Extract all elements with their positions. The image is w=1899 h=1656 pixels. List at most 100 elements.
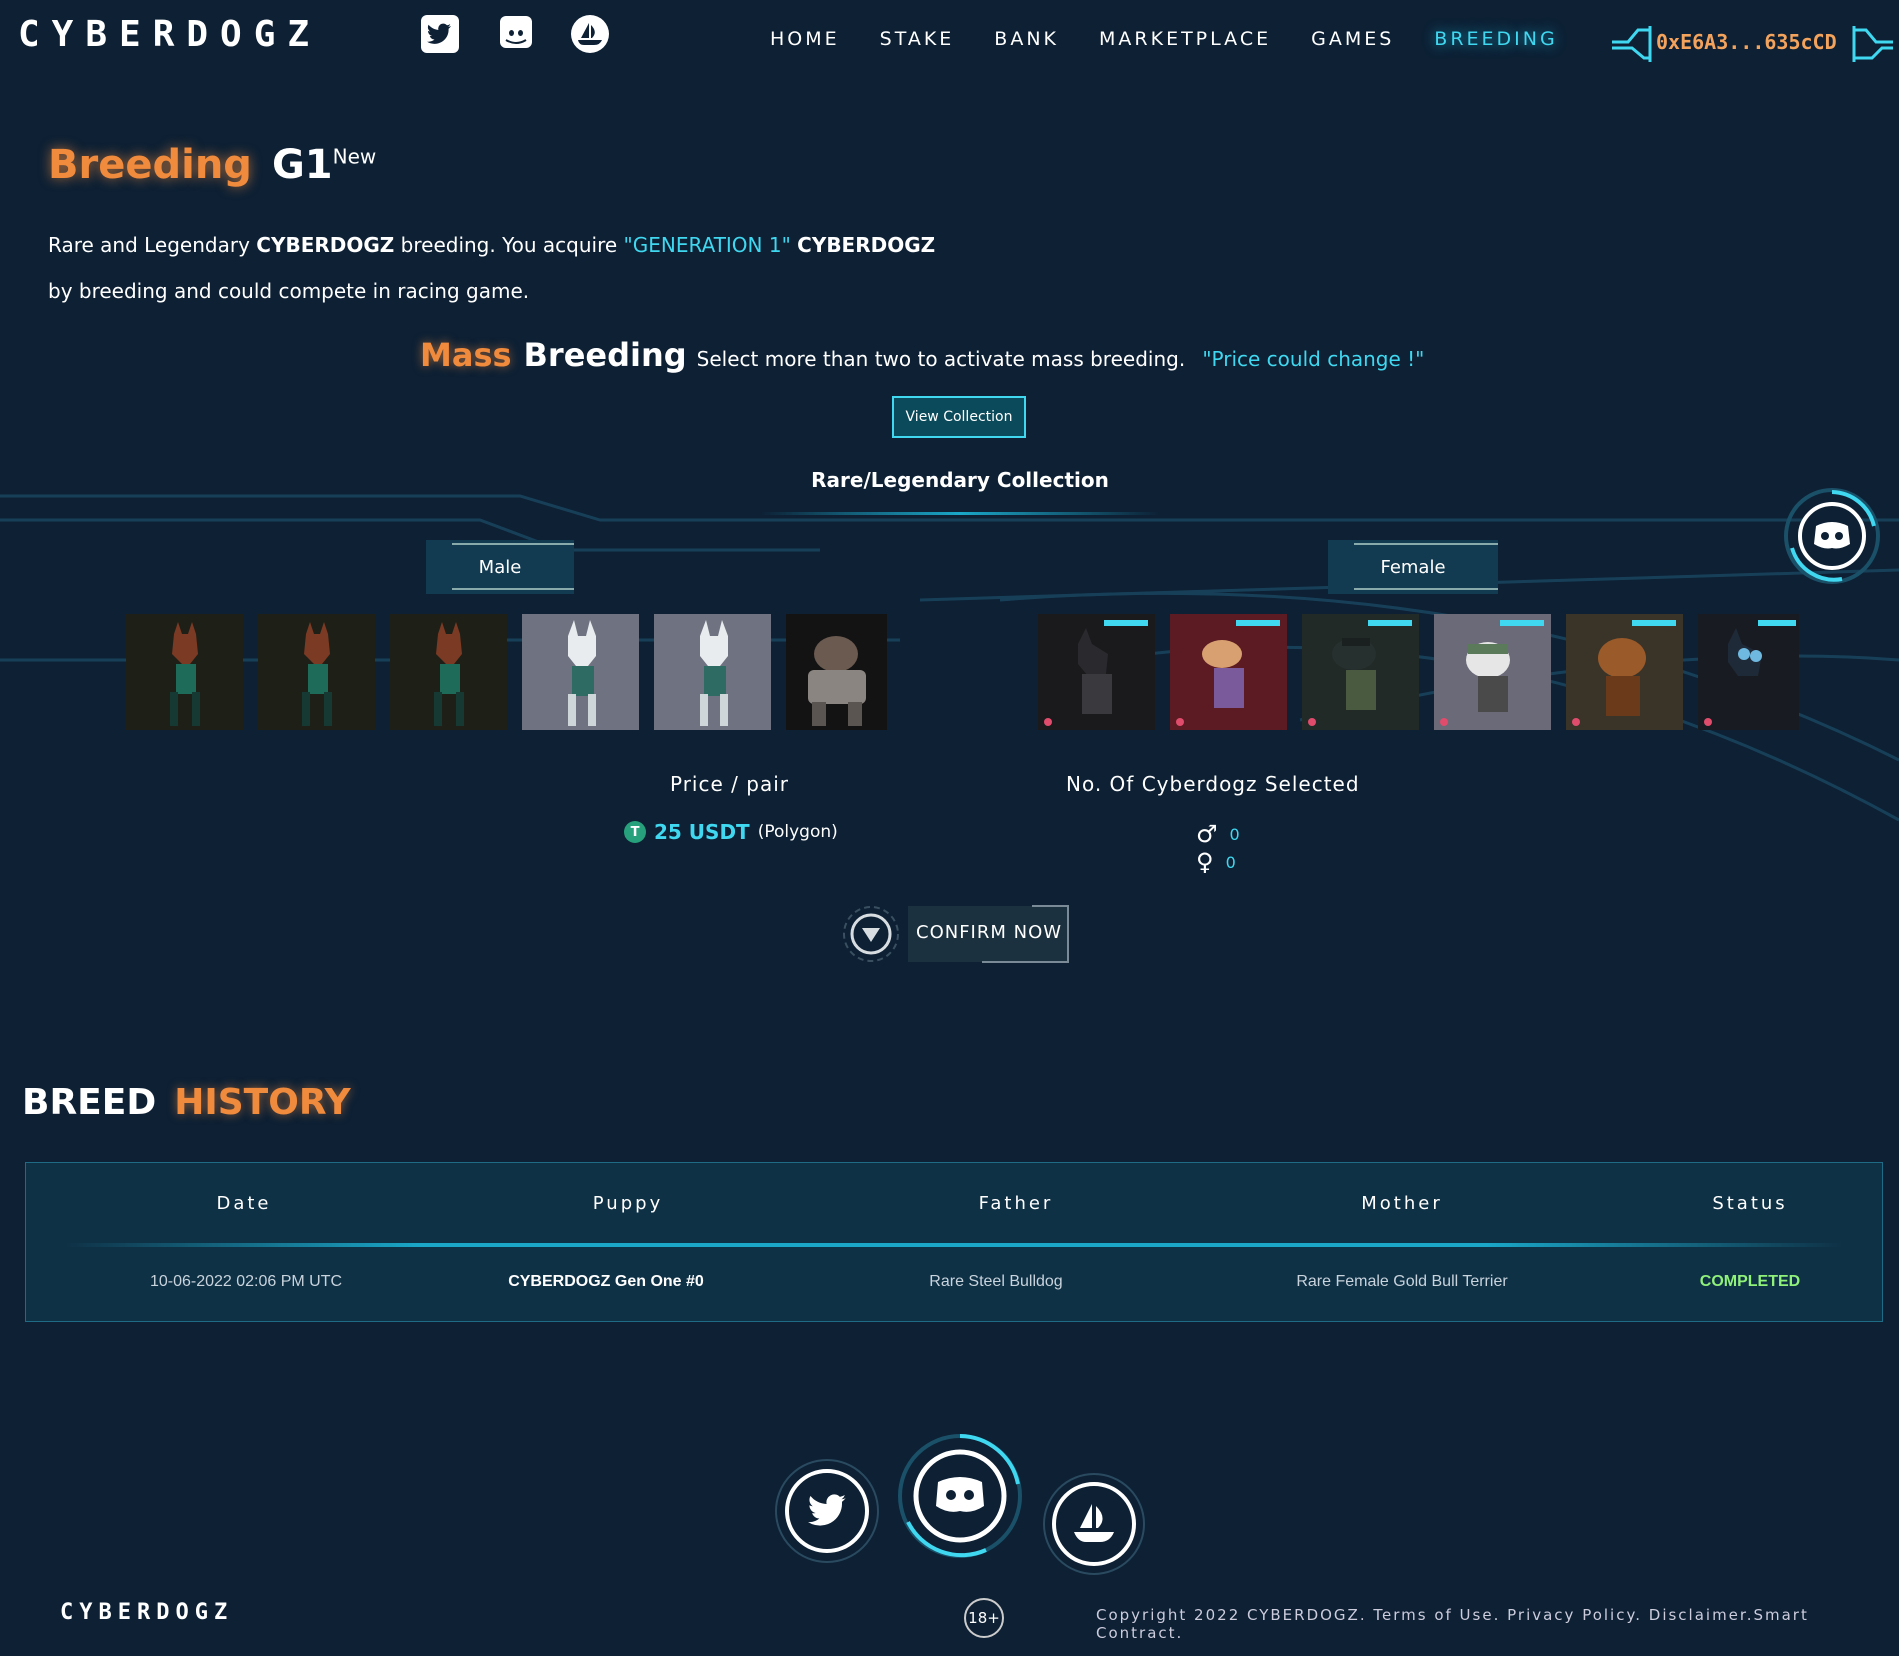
- terms-link[interactable]: Terms of Use.: [1373, 1606, 1500, 1624]
- nav-home[interactable]: HOME: [770, 28, 840, 50]
- nav-breeding[interactable]: BREEDING: [1434, 28, 1557, 50]
- female-doberman-image: [1038, 614, 1155, 730]
- footer-copyright: Copyright 2022 CYBERDOGZ. Terms of Use. …: [1096, 1606, 1899, 1642]
- male-selected-count: ♂ 0: [1196, 820, 1240, 848]
- price-note: "Price could change !": [1202, 347, 1425, 371]
- opensea-icon[interactable]: [570, 14, 610, 54]
- female-symbol-icon: ♀: [1196, 848, 1214, 876]
- footer-logo[interactable]: CYBERDOGZ: [60, 1600, 233, 1625]
- selected-count-label: No. Of Cyberdogz Selected: [1066, 772, 1360, 796]
- male-dog-card[interactable]: [126, 614, 243, 730]
- nav-games[interactable]: GAMES: [1311, 28, 1394, 50]
- male-dog-card[interactable]: [390, 614, 507, 730]
- desc-generation: "GENERATION 1": [623, 233, 791, 257]
- male-dog-card[interactable]: [522, 614, 639, 730]
- male-dog-list: [126, 614, 902, 730]
- twitter-icon: [775, 1459, 879, 1563]
- price-label: Price / pair: [670, 772, 789, 796]
- female-mastiff-image: [1566, 614, 1683, 730]
- mass-breeding-heading: Mass Breeding Select more than two to acti…: [420, 336, 1424, 374]
- male-dog-card[interactable]: [258, 614, 375, 730]
- desc-text-3: by breeding and could compete in racing …: [48, 279, 530, 303]
- female-dog-card[interactable]: [1434, 614, 1551, 730]
- twitter-icon[interactable]: [420, 14, 460, 54]
- price-network: (Polygon): [757, 822, 838, 842]
- new-badge: New: [332, 144, 377, 169]
- copyright-text: Copyright 2022 CYBERDOGZ.: [1096, 1606, 1367, 1624]
- female-bull-terrier-image: [1170, 614, 1287, 730]
- row-date: 10-06-2022 02:06 PM UTC: [149, 1273, 343, 1290]
- discord-icon: [898, 1434, 1022, 1558]
- bulldog-image: [786, 614, 887, 730]
- white-dog-image: [522, 614, 639, 730]
- female-tab[interactable]: Female: [1328, 540, 1498, 594]
- female-dog-card[interactable]: [1170, 614, 1287, 730]
- breed-history-table: Date Puppy Father Mother Status 10-06-20…: [25, 1162, 1883, 1322]
- female-dog-cap-image: [1302, 614, 1419, 730]
- female-selected-count: ♀ 0: [1196, 848, 1236, 876]
- male-symbol-icon: ♂: [1196, 820, 1218, 848]
- opensea-icon: [1043, 1473, 1145, 1575]
- footer-discord-button[interactable]: [896, 1432, 1024, 1564]
- female-dog-card[interactable]: [1698, 614, 1799, 730]
- disclaimer-link[interactable]: Disclaimer.: [1649, 1606, 1754, 1624]
- desc-brand: CYBERDOGZ: [256, 233, 395, 257]
- mass-word: Mass: [420, 336, 512, 374]
- table-divider: [66, 1243, 1842, 1247]
- title-generation: G1: [271, 142, 333, 188]
- main-nav: HOME STAKE BANK MARKETPLACE GAMES BREEDI…: [770, 28, 1598, 50]
- breed-word: BREED: [22, 1082, 157, 1123]
- price-value: T 25 USDT (Polygon): [624, 820, 838, 844]
- footer-opensea-button[interactable]: [1042, 1472, 1146, 1580]
- female-white-dog-image: [1434, 614, 1551, 730]
- column-header-status: Status: [1712, 1193, 1788, 1214]
- nav-marketplace[interactable]: MARKETPLACE: [1099, 28, 1271, 50]
- footer-twitter-button[interactable]: [774, 1458, 880, 1568]
- doberman-dog-image: [126, 614, 243, 730]
- wallet-address: 0xE6A3...635cCD: [1656, 30, 1837, 54]
- mass-breeding-subtitle: Select more than two to activate mass br…: [696, 347, 1186, 371]
- desc-text-1: Rare and Legendary: [48, 233, 250, 257]
- page-title: Breeding G1New: [48, 142, 376, 188]
- wallet-address-button[interactable]: 0xE6A3...635cCD: [1610, 22, 1895, 62]
- female-dog-card[interactable]: [1302, 614, 1419, 730]
- nav-stake[interactable]: STAKE: [880, 28, 955, 50]
- column-header-puppy: Puppy: [592, 1193, 664, 1214]
- white-dog-image: [654, 614, 771, 730]
- usdt-icon: T: [624, 821, 646, 843]
- collection-title: Rare/Legendary Collection: [811, 468, 1109, 492]
- collection-underline: [760, 512, 1160, 515]
- breeding-word: Breeding: [523, 336, 687, 374]
- floating-discord-button[interactable]: [1782, 486, 1882, 590]
- doberman-dog-image: [258, 614, 375, 730]
- desc-brand-2: CYBERDOGZ: [797, 233, 936, 257]
- site-logo[interactable]: CYBERDOGZ: [18, 14, 321, 55]
- doberman-dog-image: [390, 614, 507, 730]
- male-count: 0: [1229, 824, 1240, 844]
- breed-history-title: BREED HISTORY: [22, 1082, 351, 1123]
- male-tab[interactable]: Male: [426, 540, 574, 594]
- female-count: 0: [1225, 852, 1236, 872]
- nav-bank[interactable]: BANK: [994, 28, 1059, 50]
- female-goggles-dog-image: [1698, 614, 1799, 730]
- row-puppy: CYBERDOGZ Gen One #0: [508, 1273, 704, 1290]
- row-mother: Rare Female Gold Bull Terrier: [1296, 1273, 1508, 1290]
- female-dog-list: [1038, 614, 1814, 730]
- column-header-date: Date: [216, 1193, 272, 1214]
- status-badge: COMPLETED: [1699, 1273, 1801, 1290]
- top-navigation-bar: CYBERDOGZ HOME STAKE BANK MARKETPLACE GA…: [0, 0, 1899, 80]
- desc-text-2: breeding. You acquire: [400, 233, 618, 257]
- view-collection-button[interactable]: View Collection: [892, 396, 1026, 438]
- confirm-label: CONFIRM NOW: [916, 922, 1063, 943]
- history-word: HISTORY: [174, 1082, 351, 1123]
- price-amount: 25 USDT: [654, 820, 750, 844]
- confirm-now-button[interactable]: CONFIRM NOW: [842, 904, 1074, 964]
- female-dog-card[interactable]: [1566, 614, 1683, 730]
- male-dog-card[interactable]: [786, 614, 887, 730]
- female-dog-card[interactable]: [1038, 614, 1155, 730]
- male-dog-card[interactable]: [654, 614, 771, 730]
- discord-icon: [1784, 488, 1880, 584]
- discord-icon[interactable]: [496, 14, 536, 54]
- privacy-link[interactable]: Privacy Policy.: [1507, 1606, 1642, 1624]
- age-rating-badge: 18+: [964, 1598, 1004, 1638]
